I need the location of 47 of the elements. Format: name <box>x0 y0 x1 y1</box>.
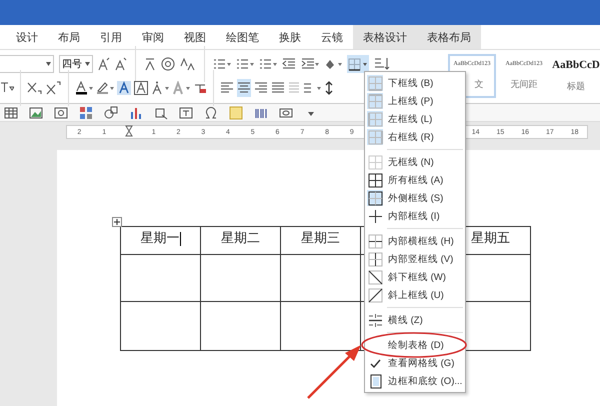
menu-item[interactable]: 绘制表格 (D) <box>365 336 465 354</box>
caret-icon[interactable] <box>46 62 51 66</box>
table-cell[interactable] <box>200 302 280 350</box>
align-button[interactable] <box>237 79 251 97</box>
table-cell[interactable] <box>200 254 280 302</box>
ribbon-tab[interactable]: 设计 <box>6 25 48 49</box>
caret-icon[interactable] <box>85 62 90 66</box>
ribbon-tab[interactable]: 表格布局 <box>417 25 481 49</box>
table-cell[interactable]: 星期一 <box>120 226 200 254</box>
font-size-field[interactable]: 四号 <box>59 55 93 73</box>
ribbon-tab[interactable]: 换肤 <box>269 25 311 49</box>
table-cell[interactable] <box>280 254 360 302</box>
menu-item[interactable]: 斜上框线 (U) <box>365 286 465 304</box>
table-cell[interactable] <box>120 302 200 350</box>
emphasis-icon[interactable] <box>151 79 169 97</box>
ribbon-tab[interactable]: 审阅 <box>132 25 174 49</box>
superscript-icon[interactable] <box>46 79 62 97</box>
font-color-icon[interactable] <box>75 79 93 97</box>
ribbon-tab[interactable]: 云镜 <box>311 25 353 49</box>
ribbon-tab[interactable]: 引用 <box>90 25 132 49</box>
grow-font-icon[interactable] <box>98 55 110 73</box>
ribbon-tab[interactable]: 布局 <box>48 25 90 49</box>
borders-button[interactable] <box>347 55 369 73</box>
menu-item[interactable]: 所有框线 (A) <box>365 171 465 189</box>
menu-item[interactable]: 无框线 (N) <box>365 153 465 171</box>
menu-item[interactable]: 右框线 (R) <box>365 128 465 146</box>
menu-item[interactable]: 内部框线 (I) <box>365 207 465 225</box>
font-name-field[interactable] <box>0 55 54 73</box>
shrink-font-icon[interactable] <box>115 55 127 73</box>
shapes-icon[interactable] <box>104 104 118 122</box>
character-border-icon[interactable] <box>134 79 148 97</box>
character-shading-icon[interactable] <box>117 79 131 97</box>
ribbon-tab[interactable]: 视图 <box>174 25 216 49</box>
table-cell[interactable]: 星期二 <box>200 226 280 254</box>
annotation-arrow <box>307 345 361 399</box>
menu-item[interactable]: 斜下框线 (W) <box>365 268 465 286</box>
table-cell[interactable] <box>120 254 200 302</box>
table-cell[interactable]: 星期三 <box>280 226 360 254</box>
ribbon-tab[interactable]: 表格设计 <box>353 25 417 49</box>
ribbon-tab[interactable]: 绘图笔 <box>216 25 269 49</box>
line-spacing-icon[interactable] <box>324 79 334 97</box>
menu-item[interactable]: 外侧框线 (S) <box>365 189 465 207</box>
menu-item[interactable]: 边框和底纹 (O)... <box>365 372 465 390</box>
menu-item[interactable]: 横线 (Z) <box>365 311 465 329</box>
menu-item[interactable]: 左框线 (L) <box>365 110 465 128</box>
menu-item[interactable]: 查看网格线 (G) <box>365 354 465 372</box>
circled-letter-icon[interactable] <box>161 55 175 73</box>
